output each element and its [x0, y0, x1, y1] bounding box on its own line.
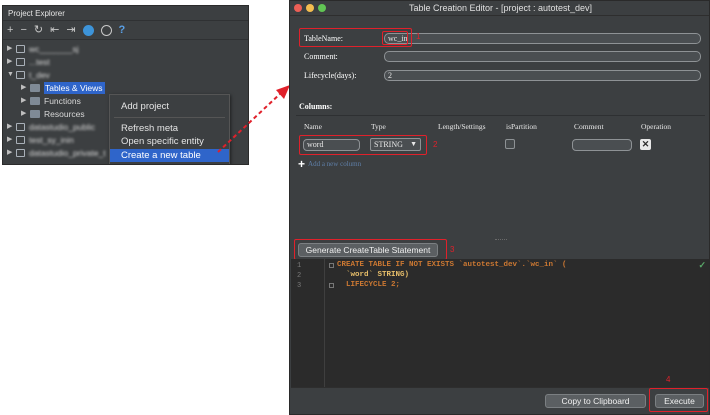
table-creation-editor-window: Table Creation Editor - [project : autot… [289, 0, 710, 415]
project-icon [16, 71, 25, 79]
line-number: 2 [297, 272, 302, 280]
tree-item-project-2[interactable]: ▶ ...test [7, 56, 50, 68]
menu-divider [114, 117, 225, 118]
project-icon [16, 45, 25, 53]
collapse-arrow-icon[interactable]: ▼ [7, 69, 16, 81]
fold-marker-icon [329, 263, 334, 268]
comment-label: Comment: [304, 52, 338, 61]
highlight-box-tablename-value [382, 31, 408, 45]
ispartition-checkbox[interactable] [505, 139, 515, 149]
line-number: 1 [297, 262, 302, 270]
highlight-box-generate [294, 239, 447, 260]
column-header-comment: Comment [574, 122, 604, 131]
cloud-icon[interactable] [82, 24, 94, 36]
explorer-toolbar: + − ↻ ⇤ ⇥ ? [3, 21, 248, 40]
table-name-input[interactable]: wc_in [384, 33, 701, 44]
code-line: `word` STRING) [337, 271, 410, 279]
highlight-box-column [299, 135, 427, 155]
project-icon [16, 58, 25, 66]
sql-code-editor[interactable]: 1 2 3 CREATE TABLE IF NOT EXISTS `autote… [291, 259, 709, 387]
folder-icon [30, 110, 40, 118]
window-title: Table Creation Editor - [project : autot… [408, 3, 593, 13]
refresh-icon[interactable]: ↻ [34, 23, 43, 37]
project-icon [16, 136, 25, 144]
delete-column-icon[interactable]: ✕ [640, 139, 651, 150]
tree-item-project-test[interactable]: ▶ test_sy_inin [7, 134, 74, 146]
expand-arrow-icon[interactable]: ▶ [21, 82, 30, 94]
fold-marker-icon [329, 283, 334, 288]
add-column-label: Add a new column [308, 160, 362, 168]
window-titlebar: Table Creation Editor - [project : autot… [290, 1, 709, 16]
tree-item-resources[interactable]: ▶ Resources [21, 108, 85, 120]
plus-icon: + [298, 157, 306, 171]
expand-arrow-icon[interactable]: ▶ [7, 56, 16, 68]
tree-item-functions[interactable]: ▶ Functions [21, 95, 81, 107]
code-line: CREATE TABLE IF NOT EXISTS `autotest_dev… [337, 261, 567, 269]
minus-icon[interactable]: − [20, 23, 26, 37]
tree-item-project-private[interactable]: ▶ datastudio_private_t [7, 147, 106, 159]
column-header-type: Type [371, 122, 386, 131]
expand-arrow-icon[interactable]: ▶ [7, 121, 16, 133]
check-icon: ✓ [698, 260, 706, 270]
expand-arrow-icon[interactable]: ▶ [7, 43, 16, 55]
tree-item-tables-views-label[interactable]: Tables & Views [44, 82, 106, 94]
code-line: LIFECYCLE 2; [337, 281, 401, 289]
comment-input[interactable] [384, 51, 701, 62]
expand-arrow-icon[interactable]: ▶ [21, 95, 30, 107]
column-header-name: Name [304, 122, 322, 131]
step-number-4: 4 [666, 375, 671, 384]
project-icon [16, 123, 25, 131]
tree-item-tables-views[interactable]: ▶ Tables & Views [21, 82, 106, 94]
copy-to-clipboard-button[interactable]: Copy to Clipboard [545, 394, 646, 408]
lifecycle-label: Lifecycle(days): [304, 71, 357, 80]
project-icon [16, 149, 25, 157]
tree-item-project-public[interactable]: ▶ datastudio_public [7, 121, 95, 133]
line-number: 3 [297, 282, 302, 290]
collapse-icon[interactable]: ⇤ [50, 23, 59, 37]
gutter-divider [324, 259, 325, 387]
splitter-handle[interactable] [495, 239, 507, 241]
column-comment-input[interactable] [572, 139, 632, 151]
step-number-1: 1 [416, 32, 421, 41]
help-icon[interactable]: ? [119, 23, 126, 37]
expand-arrow-icon[interactable]: ▶ [21, 108, 30, 120]
tree-item-project-1[interactable]: ▶ wc_______sj [7, 43, 79, 55]
expand-icon[interactable]: ⇥ [66, 23, 75, 37]
info-icon[interactable] [100, 24, 112, 36]
step-number-2: 2 [433, 140, 438, 149]
bottom-button-bar: Copy to Clipboard Execute [291, 387, 709, 414]
plus-icon[interactable]: + [7, 23, 13, 37]
add-column-button[interactable]: + Add a new column [298, 158, 361, 170]
column-header-ispartition: isPartition [506, 122, 537, 131]
lifecycle-input[interactable]: 2 [384, 70, 701, 81]
panel-title: Project Explorer [3, 6, 248, 21]
tree-item-project-dev[interactable]: ▼ t_dev [7, 69, 50, 81]
highlight-box-execute [649, 388, 708, 412]
columns-label: Columns: [299, 102, 333, 111]
column-header-length-settings: Length/Settings [438, 122, 486, 131]
expand-arrow-icon[interactable]: ▶ [7, 147, 16, 159]
folder-icon [30, 84, 40, 92]
column-header-operation: Operation [641, 122, 671, 131]
expand-arrow-icon[interactable]: ▶ [7, 134, 16, 146]
step-number-3: 3 [450, 245, 455, 254]
folder-icon [30, 97, 40, 105]
annotation-arrow [217, 85, 290, 153]
